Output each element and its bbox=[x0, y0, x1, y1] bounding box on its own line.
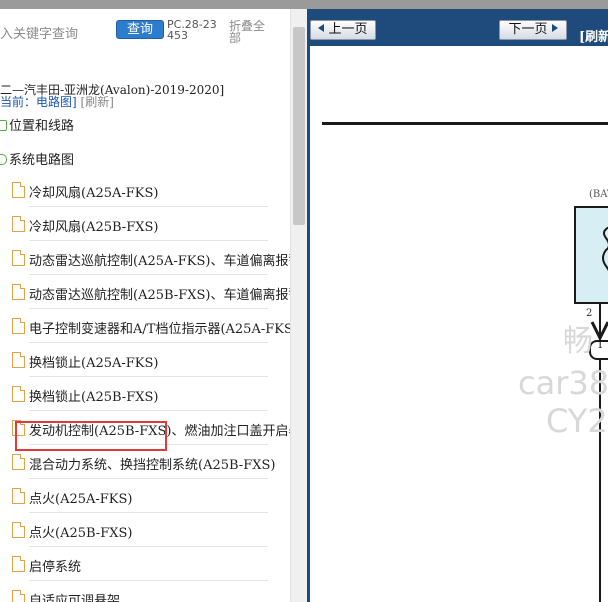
tree-item-label: 冷却风扇(A25B-FXS) bbox=[29, 220, 159, 235]
pc-code: PC.28-23453 bbox=[167, 18, 217, 42]
tree-item[interactable]: 冷却风扇(A25A-FKS) bbox=[10, 173, 290, 207]
tree-group-circuit[interactable]: 系统电路图 bbox=[0, 149, 74, 168]
tree-item-label: 点火(A25A-FKS) bbox=[29, 492, 133, 507]
tree-group-label: 系统电路图 bbox=[9, 153, 75, 168]
viewer-toolbar: 上一页 下一页 [刷新 bbox=[307, 9, 608, 46]
bat-label: (BAT bbox=[589, 189, 608, 200]
tree-item[interactable]: 电子控制变速器和A/T档位指示器(A25A-FKS) bbox=[10, 309, 290, 343]
tree-item[interactable]: 换档锁止(A25A-FKS) bbox=[10, 343, 290, 377]
tree-group-label: 位置和线路 bbox=[9, 119, 75, 134]
search-input[interactable]: 入关键字查询 bbox=[0, 23, 78, 42]
tree-item[interactable]: 启停系统 bbox=[10, 547, 290, 581]
tree-panel: 入关键字查询 查询 PC.28-23453 折叠全部 二—汽丰田-亚洲龙(Ava… bbox=[0, 9, 290, 602]
document-icon bbox=[12, 352, 25, 368]
arrow-right-icon bbox=[551, 24, 558, 32]
document-icon bbox=[12, 250, 25, 266]
selection-highlight bbox=[15, 421, 167, 451]
tree-item[interactable]: 冷却风扇(A25B-FXS) bbox=[10, 207, 290, 241]
folder-closed-icon bbox=[0, 120, 7, 131]
query-button[interactable]: 查询 bbox=[116, 20, 164, 39]
current-label: 当前：电路图] bbox=[0, 95, 77, 109]
pin-number-1: 1 bbox=[597, 340, 604, 351]
refresh-link[interactable]: [刷新] bbox=[81, 95, 114, 109]
window-top-strip bbox=[0, 0, 608, 9]
document-icon bbox=[12, 318, 25, 334]
diagram-header-rule bbox=[322, 122, 608, 125]
tree-item[interactable]: 动态雷达巡航控制(A25A-FKS)、车道偏离报警 bbox=[10, 241, 290, 275]
tree-item-label: 动态雷达巡航控制(A25A-FKS)、车道偏离报警 bbox=[29, 254, 290, 269]
tree-scrollbar[interactable] bbox=[290, 9, 307, 602]
document-icon bbox=[12, 216, 25, 232]
document-icon bbox=[12, 488, 25, 504]
current-location: 当前：电路图] [刷新] bbox=[0, 93, 114, 110]
document-icon bbox=[12, 284, 25, 300]
document-icon bbox=[12, 454, 25, 470]
tree-item[interactable]: 点火(A25B-FXS) bbox=[10, 513, 290, 547]
folder-open-icon bbox=[0, 154, 7, 165]
scrollbar-thumb[interactable] bbox=[293, 27, 305, 225]
document-icon bbox=[12, 386, 25, 402]
tree-item[interactable]: 换档锁止(A25B-FXS) bbox=[10, 377, 290, 411]
next-page-label: 下一页 bbox=[508, 22, 548, 37]
tree-item-label: 换档锁止(A25B-FXS) bbox=[29, 390, 159, 405]
tree-item-label: 混合动力系统、换挡控制系统(A25B-FXS) bbox=[29, 458, 276, 473]
tree-item-label: 自适应可调悬架 bbox=[29, 594, 121, 602]
tree-item[interactable]: 自适应可调悬架 bbox=[10, 581, 290, 602]
next-page-button[interactable]: 下一页 bbox=[499, 20, 567, 40]
tree-item-label: 点火(A25B-FXS) bbox=[29, 526, 133, 541]
arrow-left-icon bbox=[318, 24, 325, 32]
tree-group-location[interactable]: 位置和线路 bbox=[0, 115, 74, 134]
watermark-code: CY20 bbox=[546, 402, 608, 440]
prev-page-label: 上一页 bbox=[328, 22, 368, 37]
fuse-box bbox=[574, 206, 608, 304]
document-icon bbox=[12, 182, 25, 198]
tree-item[interactable]: 动态雷达巡航控制(A25B-FXS)、车道偏离报警 bbox=[10, 275, 290, 309]
tree-item-label: 冷却风扇(A25A-FKS) bbox=[29, 186, 159, 201]
collapse-all-link[interactable]: 折叠全部 bbox=[229, 20, 273, 44]
document-icon bbox=[12, 556, 25, 572]
fuse-symbol-icon bbox=[602, 226, 608, 271]
diagram-page: (BAT 2 1 畅 car38 CY20 bbox=[310, 46, 608, 602]
watermark-site: car38 bbox=[518, 364, 608, 402]
watermark-glyph: 畅 bbox=[563, 324, 593, 359]
tree-item-label: 换档锁止(A25A-FKS) bbox=[29, 356, 159, 371]
document-icon bbox=[12, 590, 25, 602]
tree-item-label: 启停系统 bbox=[29, 560, 82, 575]
diagram-viewer: 上一页 下一页 [刷新 (BAT 2 1 畅 car38 CY20 bbox=[307, 9, 608, 602]
tree-item-label: 动态雷达巡航控制(A25B-FXS)、车道偏离报警 bbox=[29, 288, 290, 303]
viewer-refresh-link[interactable]: [刷新 bbox=[579, 26, 608, 45]
tree-item-label: 电子控制变速器和A/T档位指示器(A25A-FKS) bbox=[29, 322, 290, 337]
tree-item[interactable]: 点火(A25A-FKS) bbox=[10, 479, 290, 513]
document-icon bbox=[12, 522, 25, 538]
prev-page-button[interactable]: 上一页 bbox=[310, 20, 376, 40]
